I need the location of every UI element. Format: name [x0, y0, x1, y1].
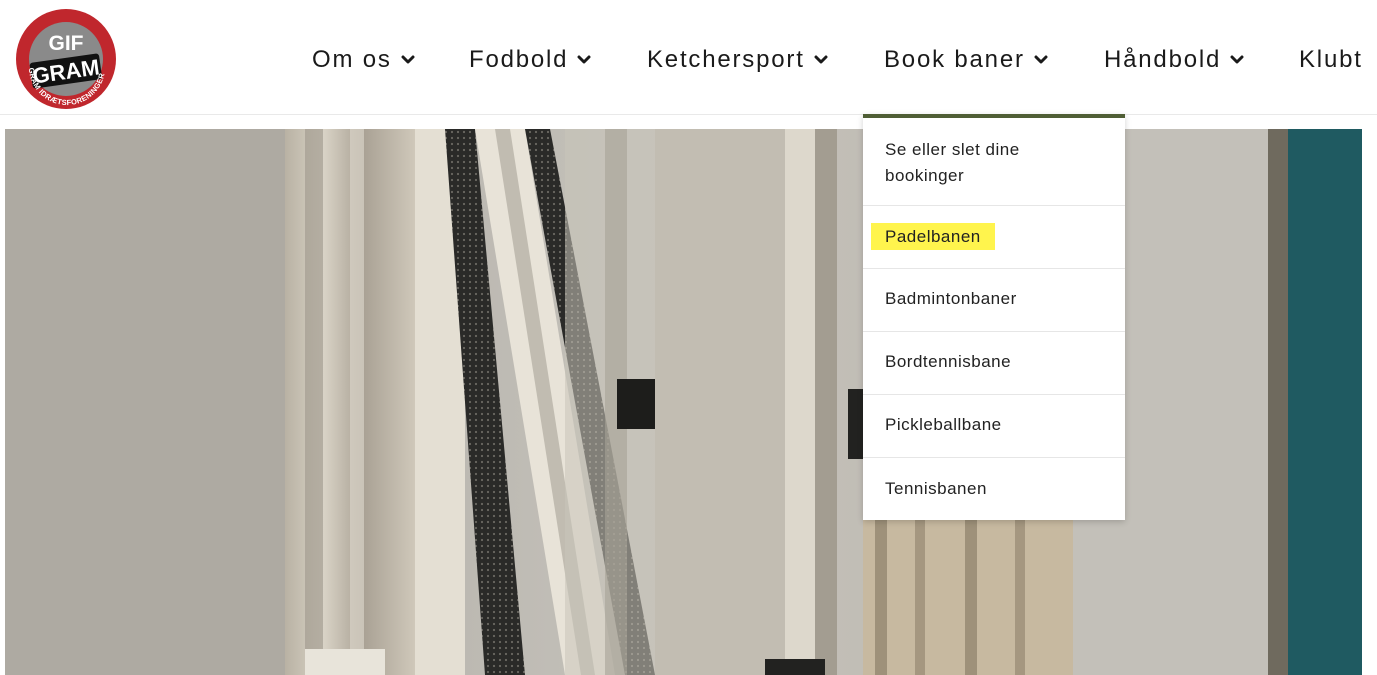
dropdown-item-padelbanen[interactable]: Padelbanen	[863, 206, 1125, 269]
nav-item-fodbold[interactable]: Fodbold	[469, 40, 591, 80]
chevron-down-icon	[814, 55, 828, 64]
header-divider	[0, 114, 1377, 115]
nav-label: Fodbold	[469, 46, 569, 73]
book-baner-dropdown-menu: Se eller slet dine bookinger Padelbanen …	[863, 114, 1125, 520]
dropdown-item-se-eller-slet[interactable]: Se eller slet dine bookinger	[863, 118, 1125, 206]
dropdown-item-badmintonbaner[interactable]: Badmintonbaner	[863, 269, 1125, 332]
logo-graphic: GIF GRAM GRAM IDRÆTSFORENINGER	[16, 9, 116, 109]
dropdown-item-label: Pickleballbane	[885, 415, 1002, 434]
dropdown-item-label: Bordtennisbane	[885, 352, 1012, 371]
nav-item-om-os[interactable]: Om os	[312, 40, 415, 80]
dropdown-item-label: Badmintonbaner	[885, 289, 1017, 308]
club-logo[interactable]: GIF GRAM GRAM IDRÆTSFORENINGER	[15, 8, 117, 110]
hero-photo-graphic	[5, 129, 1362, 675]
chevron-down-icon	[577, 55, 591, 64]
nav-label: Håndbold	[1104, 46, 1222, 73]
chevron-down-icon	[1230, 55, 1244, 64]
nav-label: Book baner	[884, 46, 1025, 73]
nav-item-klubt[interactable]: Klubt	[1299, 40, 1365, 80]
dropdown-item-label: Tennisbanen	[885, 479, 987, 498]
nav-item-book-baner[interactable]: Book baner	[884, 40, 1048, 80]
nav-item-ketchersport[interactable]: Ketchersport	[647, 40, 828, 80]
dropdown-item-label: Se eller slet dine bookinger	[885, 140, 1020, 185]
dropdown-item-tennisbanen[interactable]: Tennisbanen	[863, 458, 1125, 520]
nav-label: Om os	[312, 46, 392, 73]
nav-label: Klubt	[1299, 46, 1363, 73]
chevron-down-icon	[401, 55, 415, 64]
nav-item-handbold[interactable]: Håndbold	[1104, 40, 1244, 80]
dropdown-item-pickleballbane[interactable]: Pickleballbane	[863, 395, 1125, 458]
dropdown-item-label: Padelbanen	[871, 223, 995, 250]
dropdown-item-bordtennisbane[interactable]: Bordtennisbane	[863, 332, 1125, 395]
chevron-down-icon	[1034, 55, 1048, 64]
site-header: GIF GRAM GRAM IDRÆTSFORENINGER Om os Fod…	[0, 0, 1377, 114]
nav-label: Ketchersport	[647, 46, 805, 73]
logo-top-text: GIF	[49, 32, 84, 55]
hero-image	[5, 129, 1362, 675]
